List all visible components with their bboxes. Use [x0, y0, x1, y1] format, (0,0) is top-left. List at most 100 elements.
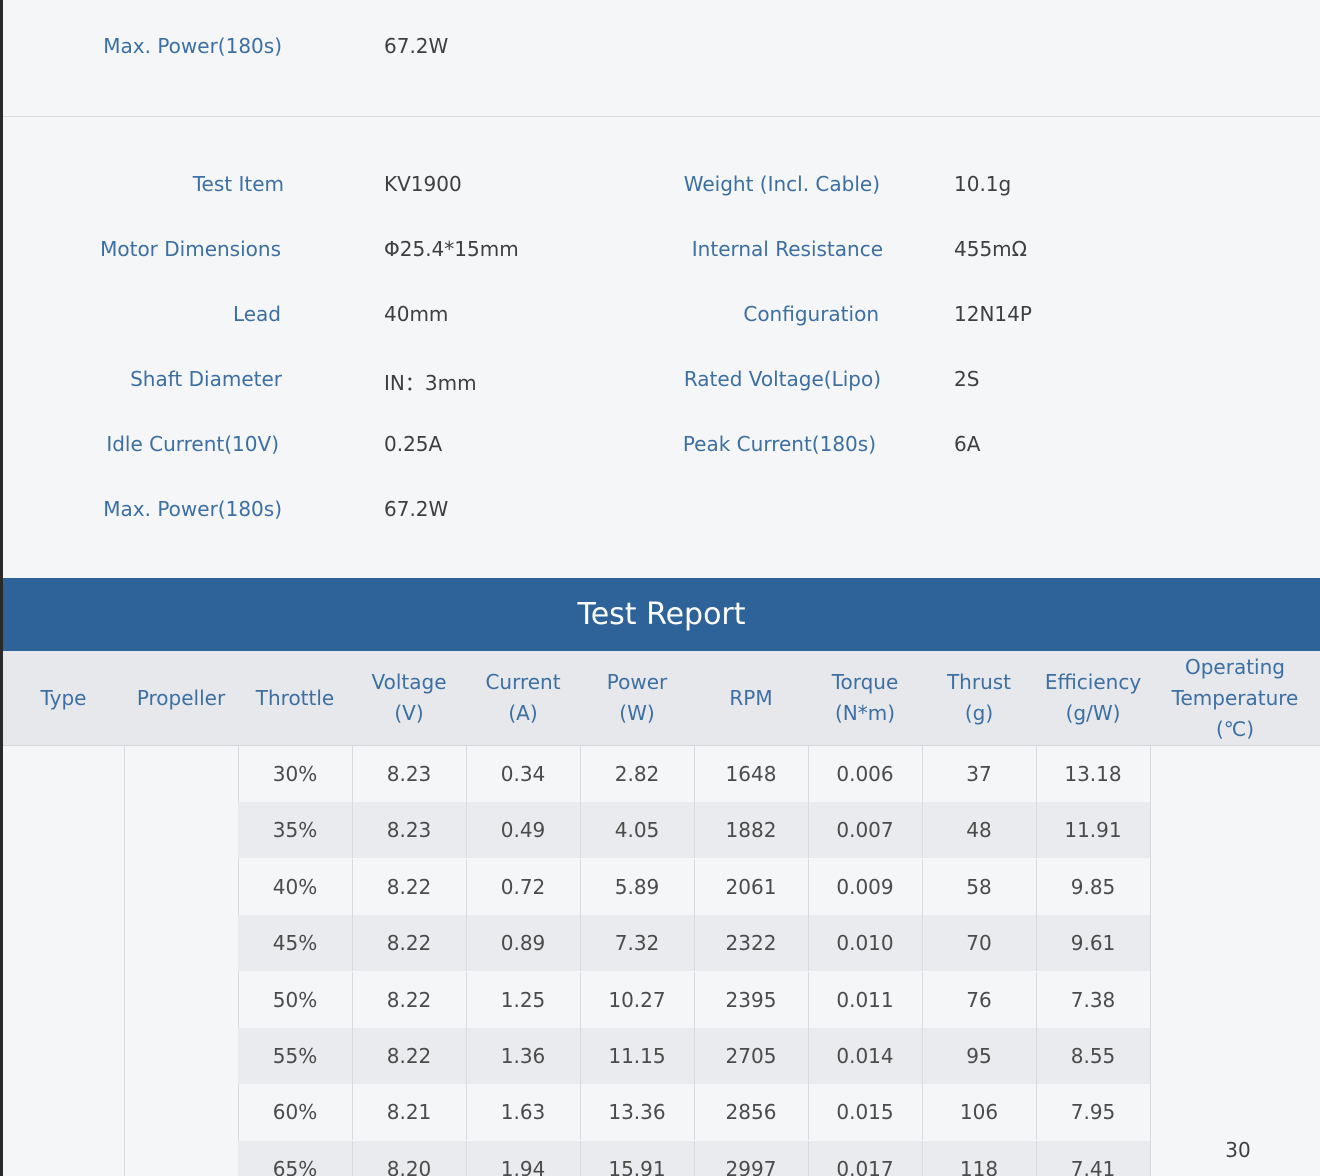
cell-power: 15.91: [608, 1156, 666, 1176]
cell-divider: [466, 1028, 467, 1084]
cell-divider: [922, 858, 923, 915]
cell-voltage: 8.22: [386, 1044, 432, 1068]
header-type: Type: [40, 685, 87, 710]
header-operating-temperature: Operating Temperature (℃): [1171, 654, 1299, 741]
cell-rpm: 2856: [725, 1100, 777, 1125]
cell-rpm: 2705: [725, 1044, 777, 1068]
cell-divider: [922, 915, 923, 972]
column-divider: [1150, 746, 1151, 1176]
table-row: 35% 8.23 0.49 4.05 1882 0.007 48 11.91: [238, 802, 1150, 859]
header-efficiency: Efficiency (g/W): [1044, 670, 1142, 725]
spec-table: Test Item KV1900 Motor Dimensions Φ25.4*15m…: [3, 117, 1320, 578]
spec-value: 455mΩ: [954, 237, 1027, 261]
cell-current: 0.72: [500, 874, 546, 899]
cell-thrust: 76: [966, 987, 992, 1012]
cell-divider: [352, 858, 353, 915]
cell-divider: [808, 858, 809, 915]
spec-label: Configuration: [743, 302, 879, 326]
top-spec-row: Max. Power(180s) 67.2W: [3, 0, 1320, 117]
spec-label: Peak Current(180s): [682, 432, 876, 456]
cell-divider: [694, 971, 695, 1028]
cell-divider: [352, 971, 353, 1028]
cell-divider: [694, 915, 695, 972]
header-thrust: Thrust (g): [946, 670, 1012, 725]
cell-divider: [1036, 1084, 1037, 1141]
cell-torque: 0.007: [836, 818, 894, 843]
spec-label: Internal Resistance: [691, 237, 883, 261]
cell-divider: [580, 1084, 581, 1141]
column-divider: [124, 746, 125, 1176]
cell-divider: [922, 1084, 923, 1141]
cell-divider: [580, 1028, 581, 1084]
table-row: 45% 8.22 0.89 7.32 2322 0.010 70 9.61: [238, 915, 1150, 972]
cell-efficiency: 13.18: [1064, 762, 1122, 786]
cell-divider: [580, 858, 581, 915]
cell-voltage: 8.22: [386, 987, 432, 1012]
cell-power: 11.15: [608, 1044, 666, 1068]
spec-label: Test Item: [192, 172, 284, 196]
cell-divider: [808, 1140, 809, 1176]
cell-divider: [580, 746, 581, 802]
cell-efficiency: 8.55: [1070, 1044, 1116, 1068]
cell-divider: [808, 1028, 809, 1084]
cell-power: 5.89: [614, 874, 660, 899]
spec-label: Motor Dimensions: [100, 237, 281, 261]
cell-efficiency: 7.38: [1070, 987, 1116, 1012]
cell-current: 1.63: [500, 1100, 546, 1125]
cell-divider: [352, 915, 353, 972]
table-row: 60% 8.21 1.63 13.36 2856 0.015 106 7.95: [238, 1084, 1150, 1141]
cell-divider: [808, 971, 809, 1028]
cell-torque: 0.011: [836, 987, 894, 1012]
cell-torque: 0.009: [836, 874, 894, 899]
table-row: 55% 8.22 1.36 11.15 2705 0.014 95 8.55: [238, 1028, 1150, 1084]
cell-throttle: 35%: [272, 818, 318, 843]
cell-current: 0.89: [500, 931, 546, 956]
spec-value-max-power-top: 67.2W: [384, 34, 449, 58]
cell-divider: [694, 1140, 695, 1176]
cell-current: 0.49: [500, 818, 546, 843]
header-rpm: RPM: [729, 685, 773, 710]
spec-value: 67.2W: [384, 497, 449, 521]
cell-voltage: 8.23: [386, 818, 432, 843]
cell-thrust: 48: [966, 818, 992, 843]
report-table-body: 30% 8.23 0.34 2.82 1648 0.006 37 13.18 35% 8.23 0.…: [3, 746, 1320, 1176]
cell-power: 2.82: [614, 762, 660, 786]
cell-efficiency: 7.41: [1070, 1156, 1116, 1176]
cell-throttle: 60%: [272, 1100, 318, 1125]
cell-divider: [1036, 915, 1037, 972]
cell-throttle: 40%: [272, 874, 318, 899]
cell-rpm: 1882: [725, 818, 777, 843]
cell-divider: [1036, 802, 1037, 859]
cell-current: 1.94: [500, 1156, 546, 1176]
cell-throttle: 45%: [272, 931, 318, 956]
cell-divider: [808, 915, 809, 972]
spec-value: 10.1g: [954, 172, 1012, 196]
cell-divider: [352, 746, 353, 802]
cell-current: 0.34: [500, 762, 546, 786]
cell-divider: [352, 1140, 353, 1176]
cell-thrust: 95: [966, 1044, 992, 1068]
header-torque: Torque (N*m): [831, 670, 899, 725]
report-table-header: Type Propeller Throttle Voltage (V) Curre…: [3, 651, 1320, 746]
table-row: 30% 8.23 0.34 2.82 1648 0.006 37 13.18: [238, 746, 1150, 802]
cell-efficiency: 11.91: [1064, 818, 1122, 843]
cell-divider: [466, 971, 467, 1028]
cell-voltage: 8.21: [386, 1100, 432, 1125]
cell-divider: [580, 1140, 581, 1176]
cell-divider: [808, 746, 809, 802]
cell-divider: [922, 746, 923, 802]
cell-divider: [694, 802, 695, 859]
spec-label: Rated Voltage(Lipo): [683, 367, 881, 391]
spec-label: Shaft Diameter: [130, 367, 282, 391]
spec-label-max-power-top: Max. Power(180s): [103, 34, 282, 58]
cell-voltage: 8.20: [386, 1156, 432, 1176]
cell-divider: [694, 1084, 695, 1141]
cell-power: 10.27: [608, 987, 666, 1012]
spec-value: Φ25.4*15mm: [384, 237, 519, 261]
cell-thrust: 70: [966, 931, 992, 956]
cell-rpm: 1648: [725, 762, 777, 786]
header-propeller: Propeller: [136, 685, 226, 710]
cell-divider: [922, 802, 923, 859]
cell-thrust: 118: [959, 1156, 999, 1176]
table-row: 50% 8.22 1.25 10.27 2395 0.011 76 7.38: [238, 971, 1150, 1028]
